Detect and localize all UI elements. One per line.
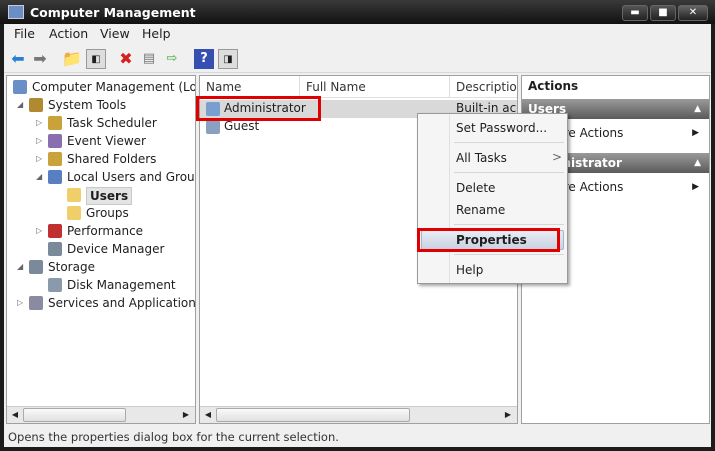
collapse-arrow-icon[interactable]: ◢ — [36, 168, 42, 186]
tree-item[interactable]: ◢ Local Users and Groups — [7, 168, 195, 186]
window-title: Computer Management — [30, 5, 196, 20]
tree-item[interactable]: Users — [7, 186, 195, 205]
tree-item[interactable]: ▷ Event Viewer — [7, 132, 195, 150]
scroll-thumb[interactable] — [216, 408, 410, 422]
minimize-button[interactable]: ▬ — [622, 5, 648, 21]
context-menu: Set Password... All Tasks > Delete Renam… — [417, 113, 568, 284]
menu-item-help[interactable]: Help — [456, 260, 483, 280]
console-tree: Computer Management (Local ◢ System Tools ▷… — [6, 75, 196, 424]
tree-node-icon — [67, 206, 81, 220]
show-hide-tree-icon[interactable]: ◧ — [86, 49, 106, 69]
collapse-icon[interactable]: ▲ — [694, 99, 701, 119]
status-bar: Opens the properties dialog box for the … — [8, 430, 339, 444]
tree-item[interactable]: ◢ Storage — [7, 258, 195, 276]
tree-item-label: Performance — [67, 224, 144, 238]
horizontal-scrollbar[interactable]: ◀ ▶ — [200, 406, 517, 423]
tree-item-label: Disk Management — [67, 278, 176, 292]
column-description[interactable]: Description — [450, 76, 517, 98]
maximize-button[interactable]: ■ — [650, 5, 676, 21]
tree-item[interactable]: Device Manager — [7, 240, 195, 258]
show-hide-action-pane-icon[interactable]: ◨ — [218, 49, 238, 69]
tree-node-icon — [48, 170, 62, 184]
expand-arrow-icon[interactable]: ▷ — [36, 114, 42, 132]
list-header: Name Full Name Description — [200, 76, 517, 98]
back-icon[interactable]: ⬅ — [8, 49, 28, 69]
menu-bar: File Action View Help — [4, 24, 711, 44]
menu-item-delete[interactable]: Delete — [456, 178, 495, 198]
tree-item-label: Task Scheduler — [67, 116, 157, 130]
menu-help[interactable]: Help — [142, 26, 171, 41]
tree-item-label: Event Viewer — [67, 134, 146, 148]
scroll-left-icon[interactable]: ◀ — [200, 407, 216, 423]
tree-item[interactable]: Computer Management (Local — [7, 78, 195, 96]
tree-node-icon — [29, 260, 43, 274]
tree-item-label: Groups — [86, 206, 129, 220]
admin-highlight-box — [196, 96, 321, 121]
menu-file[interactable]: File — [14, 26, 35, 41]
column-full-name[interactable]: Full Name — [300, 76, 450, 98]
user-name: Guest — [224, 119, 260, 133]
collapse-arrow-icon[interactable]: ◢ — [17, 258, 23, 276]
submenu-arrow-icon: ▶ — [692, 128, 699, 138]
expand-arrow-icon[interactable]: ▷ — [36, 132, 42, 150]
tree-item[interactable]: Groups — [7, 204, 195, 222]
menu-action[interactable]: Action — [49, 26, 88, 41]
expand-arrow-icon[interactable]: ▷ — [36, 150, 42, 168]
delete-icon[interactable]: ✖ — [116, 49, 136, 69]
collapse-icon[interactable]: ▲ — [694, 153, 701, 173]
tree-node-icon — [67, 188, 81, 202]
expand-arrow-icon[interactable]: ▷ — [17, 294, 23, 312]
scroll-thumb[interactable] — [23, 408, 126, 422]
tree-item[interactable]: ▷ Performance — [7, 222, 195, 240]
computer-management-icon — [8, 5, 24, 19]
close-button[interactable]: ✕ — [678, 5, 708, 21]
expand-arrow-icon[interactable]: ▷ — [36, 222, 42, 240]
tree-item-label: Shared Folders — [67, 152, 157, 166]
tree-item-label: Users — [86, 187, 133, 205]
up-folder-icon[interactable]: 📁 — [62, 49, 82, 69]
collapse-arrow-icon[interactable]: ◢ — [17, 96, 23, 114]
menu-item-set-password[interactable]: Set Password... — [456, 118, 547, 138]
scroll-right-icon[interactable]: ▶ — [178, 407, 194, 423]
scroll-right-icon[interactable]: ▶ — [500, 407, 516, 423]
tree-node-icon — [48, 116, 62, 130]
tree-item[interactable]: Disk Management — [7, 276, 195, 294]
submenu-arrow-icon: > — [552, 150, 563, 164]
title-bar: Computer Management ▬ ■ ✕ — [0, 0, 715, 24]
tree-node-icon — [48, 152, 62, 166]
tree-item-label: System Tools — [48, 98, 127, 112]
menu-item-all-tasks[interactable]: All Tasks — [456, 148, 507, 168]
tree-item-label: Device Manager — [67, 242, 165, 256]
toolbar: ⬅ ➡ 📁 ◧ ✖ ▤ ⇨ ? ◨ — [4, 45, 711, 73]
properties-icon[interactable]: ▤ — [139, 49, 159, 69]
tree-item-label: Computer Management (Local — [32, 80, 196, 94]
tree-item[interactable]: ◢ System Tools — [7, 96, 195, 114]
tree-node-icon — [48, 134, 62, 148]
properties-highlight-box — [417, 228, 560, 252]
tree-item[interactable]: ▷ Services and Applications — [7, 294, 195, 312]
export-list-icon[interactable]: ⇨ — [162, 49, 182, 69]
tree-item-label: Storage — [48, 260, 95, 274]
column-name[interactable]: Name — [200, 76, 300, 98]
help-icon[interactable]: ? — [194, 49, 214, 69]
tree-item[interactable]: ▷ Shared Folders — [7, 150, 195, 168]
submenu-arrow-icon: ▶ — [692, 182, 699, 192]
tree-item[interactable]: ▷ Task Scheduler — [7, 114, 195, 132]
tree-node-icon — [13, 80, 27, 94]
disabled-user-icon — [206, 120, 220, 134]
tree-item-label: Local Users and Groups — [67, 170, 196, 184]
menu-view[interactable]: View — [100, 26, 130, 41]
tree-node-icon — [48, 224, 62, 238]
tree-node-icon — [48, 242, 62, 256]
tree-item-label: Services and Applications — [48, 296, 196, 310]
horizontal-scrollbar[interactable]: ◀ ▶ — [7, 406, 195, 423]
window-client: File Action View Help ⬅ ➡ 📁 ◧ ✖ ▤ ⇨ ? ◨ … — [4, 24, 711, 447]
tree-node-icon — [48, 278, 62, 292]
tree-node-icon — [29, 296, 43, 310]
menu-item-rename[interactable]: Rename — [456, 200, 505, 220]
actions-title: Actions — [528, 79, 579, 93]
tree-node-icon — [29, 98, 43, 112]
forward-icon[interactable]: ➡ — [30, 49, 50, 69]
scroll-left-icon[interactable]: ◀ — [7, 407, 23, 423]
